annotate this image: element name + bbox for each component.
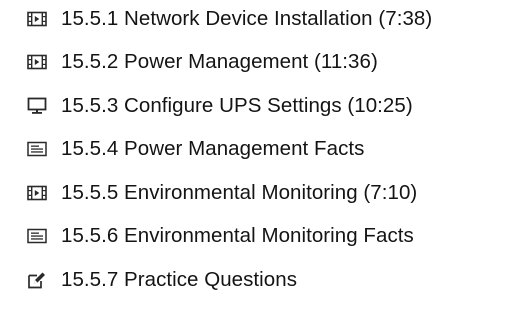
lesson-item-15-5-7[interactable]: 15.5.7 Practice Questions: [26, 258, 526, 302]
lesson-item-15-5-5[interactable]: 15.5.5 Environmental Monitoring (7:10): [26, 171, 526, 215]
video-icon: [26, 51, 48, 73]
lesson-label: 15.5.7 Practice Questions: [61, 267, 297, 291]
lab-simulation-icon: [26, 95, 48, 117]
practice-questions-icon: [26, 269, 48, 291]
lesson-label: 15.5.3 Configure UPS Settings (10:25): [61, 93, 413, 117]
lesson-item-15-5-2[interactable]: 15.5.2 Power Management (11:36): [26, 41, 526, 85]
lesson-label: 15.5.5 Environmental Monitoring (7:10): [61, 180, 418, 204]
lesson-label: 15.5.4 Power Management Facts: [61, 137, 365, 161]
lesson-item-15-5-3[interactable]: 15.5.3 Configure UPS Settings (10:25): [26, 84, 526, 128]
lesson-label: 15.5.2 Power Management (11:36): [61, 50, 378, 74]
lesson-list: 15.5.1 Network Device Installation (7:38…: [26, 0, 526, 302]
text-document-icon: [26, 225, 48, 247]
text-document-icon: [26, 138, 48, 160]
lesson-item-15-5-6[interactable]: 15.5.6 Environmental Monitoring Facts: [26, 215, 526, 259]
lesson-item-15-5-1[interactable]: 15.5.1 Network Device Installation (7:38…: [26, 0, 526, 41]
video-icon: [26, 8, 48, 30]
lesson-item-15-5-4[interactable]: 15.5.4 Power Management Facts: [26, 128, 526, 172]
lesson-label: 15.5.1 Network Device Installation (7:38…: [61, 6, 433, 30]
lesson-label: 15.5.6 Environmental Monitoring Facts: [61, 224, 414, 248]
video-icon: [26, 182, 48, 204]
